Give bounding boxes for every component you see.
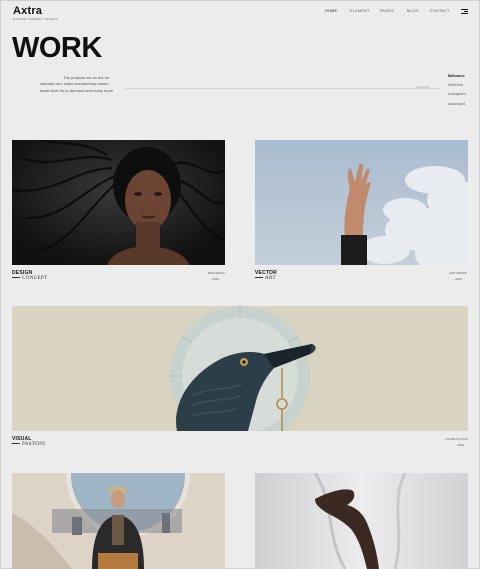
portrait-woman-image bbox=[12, 140, 225, 265]
site-logo[interactable]: Axtra DIGITAL AGENCY STUDIO bbox=[13, 5, 58, 21]
social-links: Behance Dribbble Instagram Awwward bbox=[448, 71, 466, 108]
project-category: BRANDING bbox=[207, 271, 225, 275]
hand-fabric-image bbox=[255, 473, 468, 569]
hand-sky-image bbox=[255, 140, 468, 265]
social-dribbble[interactable]: Dribbble bbox=[448, 80, 466, 89]
man-portrait-image bbox=[12, 473, 225, 569]
project-image-4[interactable] bbox=[12, 473, 225, 569]
social-awwward[interactable]: Awwward bbox=[448, 99, 466, 108]
logo-text: Axtra bbox=[13, 5, 43, 17]
hamburger-menu-icon[interactable] bbox=[461, 9, 468, 14]
project-image-visual-pastoni[interactable] bbox=[12, 306, 468, 431]
nav-home[interactable]: HOME bbox=[325, 9, 337, 13]
project-image-design-concept[interactable] bbox=[12, 140, 225, 265]
social-instagram[interactable]: Instagram bbox=[448, 89, 466, 98]
social-behance[interactable]: Behance bbox=[448, 71, 466, 80]
divider-label: Know more bbox=[416, 86, 430, 89]
project-category: ART/WORK bbox=[449, 271, 467, 275]
nav-pages[interactable]: PAGES bbox=[380, 9, 394, 13]
project-year: - 2019 bbox=[455, 443, 464, 447]
project-image-vector-art[interactable] bbox=[255, 140, 468, 265]
logo-subtitle: DIGITAL AGENCY STUDIO bbox=[13, 17, 59, 21]
project-subtitle: PASTONI bbox=[12, 442, 45, 447]
project-subtitle: ART bbox=[255, 276, 276, 281]
nav-contact[interactable]: CONTACT bbox=[430, 9, 450, 13]
intro-text: The projects we do are for startups who … bbox=[40, 75, 114, 93]
project-year: - 2019 bbox=[453, 277, 462, 281]
project-category: INTERACTION bbox=[445, 437, 468, 441]
project-subtitle: CONCEPT bbox=[12, 276, 48, 281]
nav-element[interactable]: ELEMENT bbox=[350, 9, 370, 13]
page-title: WORK bbox=[12, 32, 102, 64]
nav-blog[interactable]: BLOG bbox=[407, 9, 419, 13]
crow-illustration-image bbox=[12, 306, 468, 431]
project-image-5[interactable] bbox=[255, 473, 468, 569]
project-year: - 2019 bbox=[210, 277, 219, 281]
divider-line bbox=[125, 88, 441, 89]
